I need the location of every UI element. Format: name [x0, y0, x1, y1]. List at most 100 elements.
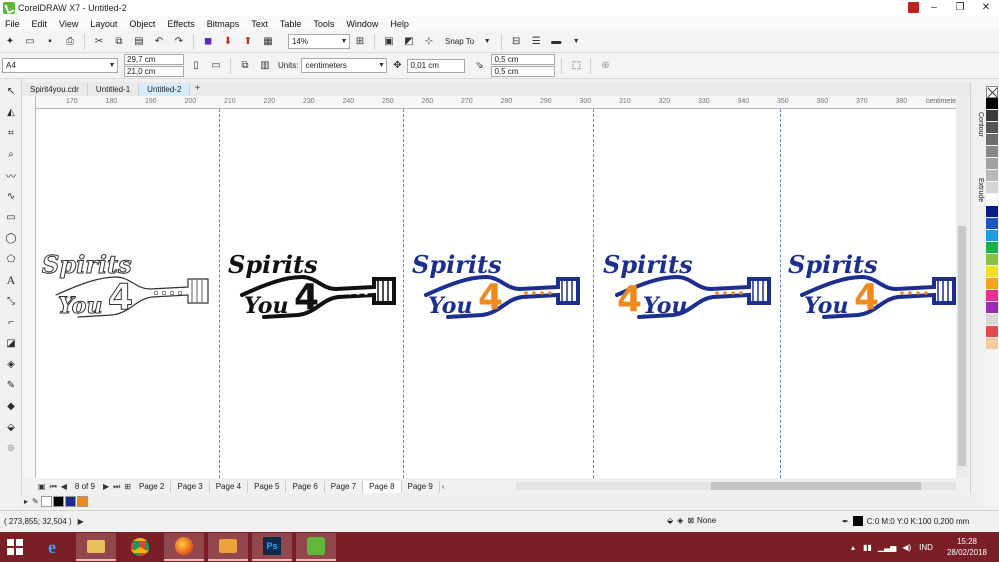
- zoom-fit-icon[interactable]: ⊞: [352, 34, 368, 50]
- units-select[interactable]: centimeters ▼: [301, 58, 388, 73]
- network-icon[interactable]: ▮▮: [863, 543, 872, 552]
- chrome-icon[interactable]: [120, 533, 160, 561]
- document-palette-swatch[interactable]: [76, 495, 88, 507]
- last-page-icon[interactable]: ⏭: [113, 482, 120, 492]
- close-button[interactable]: ✕: [973, 0, 999, 16]
- publish-pdf-icon[interactable]: ▦: [260, 34, 276, 50]
- document-palette-swatch[interactable]: [64, 495, 76, 507]
- duplicate-y-field[interactable]: 0,5 cm: [491, 66, 556, 77]
- landscape-icon[interactable]: ▭: [208, 58, 224, 74]
- chevron-down-icon[interactable]: ▼: [479, 34, 495, 50]
- show-rulers-icon[interactable]: ◩: [401, 34, 417, 50]
- palette-swatch[interactable]: [986, 302, 998, 314]
- add-tool-icon[interactable]: ⊕: [2, 439, 20, 457]
- tab-untitled-2[interactable]: Untitled-2: [139, 83, 191, 96]
- clock[interactable]: 15:28 28/02/2018: [947, 536, 987, 558]
- drawing-canvas[interactable]: Spirits 4 You Spirits 4 You Spirits 4 You Spirits…: [36, 109, 956, 478]
- palette-swatch[interactable]: [986, 314, 998, 326]
- add-icon[interactable]: ⊕: [597, 58, 613, 74]
- horizontal-scrollbar[interactable]: [516, 482, 956, 490]
- application-launcher-icon[interactable]: ☰: [528, 34, 544, 50]
- vertical-ruler[interactable]: [22, 96, 36, 478]
- tab-page-5[interactable]: Page 5: [248, 480, 287, 493]
- menu-edit[interactable]: Edit: [32, 19, 48, 29]
- palette-swatch[interactable]: [986, 218, 998, 230]
- freehand-tool-icon[interactable]: 〰: [2, 166, 20, 184]
- crop-tool-icon[interactable]: ⌗: [2, 124, 20, 142]
- polygon-tool-icon[interactable]: ⬠: [2, 250, 20, 268]
- new-document-icon[interactable]: ✦: [2, 34, 18, 50]
- menu-table[interactable]: Table: [280, 19, 302, 29]
- menu-bitmaps[interactable]: Bitmaps: [207, 19, 240, 29]
- tab-untitled-1[interactable]: Untitled-1: [88, 83, 140, 96]
- previous-page-icon[interactable]: ◀: [61, 482, 67, 491]
- document-palette-swatch[interactable]: [40, 495, 52, 507]
- transparency-tool-icon[interactable]: ◈: [2, 355, 20, 373]
- options-icon[interactable]: ⊟: [508, 34, 524, 50]
- add-page-icon[interactable]: ⊞: [124, 482, 131, 491]
- menu-tools[interactable]: Tools: [313, 19, 334, 29]
- palette-swatch[interactable]: [986, 326, 998, 338]
- status-menu-icon[interactable]: ▶: [78, 517, 84, 526]
- all-pages-icon[interactable]: ⧉: [237, 58, 253, 74]
- palette-swatch[interactable]: [986, 110, 998, 122]
- palette-swatch[interactable]: [986, 266, 998, 278]
- page-width-field[interactable]: 29,7 cm: [124, 54, 184, 65]
- palette-swatch[interactable]: [986, 122, 998, 134]
- first-page-icon[interactable]: ⏮: [50, 482, 57, 492]
- menu-object[interactable]: Object: [129, 19, 155, 29]
- smart-fill-icon[interactable]: ⬙: [2, 418, 20, 436]
- docker-tab-extrude[interactable]: Extrude: [973, 178, 984, 202]
- portrait-icon[interactable]: ▯: [188, 58, 204, 74]
- page-size-select[interactable]: A4 ▼: [2, 58, 118, 73]
- menu-window[interactable]: Window: [346, 19, 378, 29]
- snap-to-button[interactable]: Snap To: [445, 37, 474, 46]
- file-explorer-icon[interactable]: [76, 533, 116, 561]
- signal-icon[interactable]: ▁▃▅: [878, 543, 896, 552]
- duplicate-x-field[interactable]: 0,5 cm: [491, 54, 556, 65]
- palette-swatch[interactable]: [986, 194, 998, 206]
- import-icon[interactable]: ⬇: [220, 34, 236, 50]
- treat-as-filled-icon[interactable]: ⬚: [568, 58, 584, 74]
- menu-help[interactable]: Help: [390, 19, 409, 29]
- current-page-icon[interactable]: ▥: [257, 58, 273, 74]
- redo-icon[interactable]: ↷: [171, 34, 187, 50]
- restore-button[interactable]: ❐: [947, 0, 973, 16]
- input-language[interactable]: IND: [919, 543, 933, 552]
- tab-page-6[interactable]: Page 6: [286, 480, 325, 493]
- copy-icon[interactable]: ⧉: [111, 34, 127, 50]
- minimize-button[interactable]: –: [921, 0, 947, 16]
- help-icon[interactable]: [908, 2, 919, 13]
- tab-page-7[interactable]: Page 7: [325, 480, 364, 493]
- tab-page-2[interactable]: Page 2: [133, 480, 172, 493]
- nudge-distance-field[interactable]: 0,01 cm: [407, 58, 466, 73]
- coreldraw-taskbar-icon[interactable]: [296, 533, 336, 561]
- palette-swatch[interactable]: [986, 230, 998, 242]
- export-icon[interactable]: ⬆: [240, 34, 256, 50]
- horizontal-ruler[interactable]: 170 180 190 200 210 220 230 240 250 260 270 280 290 3…: [36, 96, 966, 109]
- interactive-fill-icon[interactable]: ◆: [2, 397, 20, 415]
- spirits4you-logo[interactable]: Spirits4You: [38, 247, 214, 327]
- menu-file[interactable]: File: [5, 19, 20, 29]
- palette-swatch[interactable]: [986, 254, 998, 266]
- windows-start-icon[interactable]: [0, 532, 30, 562]
- palette-swatch[interactable]: [986, 290, 998, 302]
- add-tab-icon[interactable]: +: [190, 83, 204, 96]
- palette-swatch[interactable]: [986, 170, 998, 182]
- paste-icon[interactable]: ▤: [131, 34, 147, 50]
- palette-swatch[interactable]: [986, 146, 998, 158]
- tab-spirit4you[interactable]: Spirit4you.cdr: [22, 83, 88, 96]
- eyedropper-icon[interactable]: ✎: [32, 497, 39, 506]
- document-palette-swatch[interactable]: [52, 495, 64, 507]
- menu-effects[interactable]: Effects: [167, 19, 194, 29]
- page-options-icon[interactable]: ▣: [38, 482, 46, 491]
- cut-icon[interactable]: ✂: [91, 34, 107, 50]
- photoshop-icon[interactable]: Ps: [252, 533, 292, 561]
- next-page-icon[interactable]: ▶: [103, 482, 109, 491]
- menu-layout[interactable]: Layout: [90, 19, 117, 29]
- shape-tool-icon[interactable]: ◭: [2, 103, 20, 121]
- palette-swatch[interactable]: [986, 158, 998, 170]
- palette-swatch[interactable]: [986, 338, 998, 350]
- text-tool-icon[interactable]: A: [2, 271, 20, 289]
- show-grid-icon[interactable]: ⊹: [421, 34, 437, 50]
